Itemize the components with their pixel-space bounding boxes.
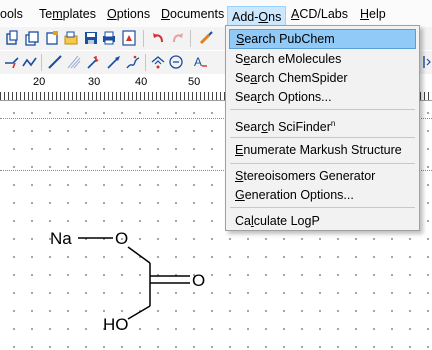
menu-tools[interactable]: ools (0, 5, 23, 23)
wavy-icon[interactable] (125, 54, 141, 70)
menu-item-search-scifinder[interactable]: Search SciFindern (229, 114, 416, 134)
menu-separator (230, 163, 415, 164)
overflow-icon[interactable] (420, 54, 432, 70)
menu-addons[interactable]: Add-Ons (227, 6, 287, 26)
atom-o-ester[interactable]: O (115, 229, 128, 248)
menu-options[interactable]: Options (107, 5, 150, 23)
menu-item-stereoisomers-generator[interactable]: Stereoisomers Generator (229, 166, 416, 186)
menu-separator (230, 137, 415, 138)
menu-separator (230, 207, 415, 208)
menu-help[interactable]: Help (360, 5, 386, 23)
menu-item-search-emolecules[interactable]: Search eMolecules (229, 49, 416, 69)
single-bond-icon[interactable] (47, 54, 63, 70)
scifinder-superscript: n (330, 119, 336, 128)
atom-na[interactable]: Na (50, 229, 72, 248)
menu-item-search-options[interactable]: Search Options... (229, 87, 416, 107)
addons-dropdown-menu: Search PubChem Search eMolecules Search … (225, 25, 420, 231)
bond-tool-icon[interactable] (4, 54, 20, 70)
redo-icon[interactable] (170, 30, 186, 46)
ruler-label: 20 (33, 76, 46, 88)
save-icon[interactable] (83, 30, 99, 46)
menu-item-search-chemspider[interactable]: Search ChemSpider (229, 68, 416, 88)
open-icon[interactable] (63, 30, 79, 46)
text-icon[interactable]: A (192, 54, 208, 70)
charge-icon[interactable] (168, 54, 184, 70)
bond-o-c[interactable] (127, 246, 151, 264)
toolbar-separator (41, 54, 42, 71)
toolbar-separator (143, 30, 144, 47)
print-icon[interactable] (101, 30, 117, 46)
toolbar-separator (145, 54, 146, 71)
atom-o-carbonyl[interactable]: O (192, 271, 205, 290)
menu-item-calculate-logp[interactable]: Calculate LogP (229, 211, 416, 231)
atom-ho[interactable]: HO (103, 315, 129, 334)
bond-c-oh[interactable] (127, 305, 151, 320)
undo-icon[interactable] (150, 30, 166, 46)
menu-bar: ools Templates Options Documents Add-Ons… (0, 0, 432, 28)
menu-item-enumerate-markush[interactable]: Enumerate Markush Structure (229, 140, 416, 160)
paste-icon[interactable] (24, 30, 40, 46)
multi-bond-icon[interactable] (66, 54, 82, 70)
ring-icon[interactable] (150, 54, 166, 70)
copy-icon[interactable] (4, 30, 20, 46)
menu-documents[interactable]: Documents (161, 5, 224, 23)
radical-icon[interactable] (86, 54, 102, 70)
menu-acdlabs[interactable]: ACD/Labs (291, 5, 348, 23)
menu-separator (230, 109, 415, 110)
ruler-label: 40 (135, 76, 148, 88)
menu-item-generation-options[interactable]: Generation Options... (229, 185, 416, 205)
menu-templates[interactable]: Templates (39, 5, 96, 23)
clean-icon[interactable] (198, 30, 214, 46)
toolbar-separator (190, 30, 191, 47)
chain-tool-icon[interactable] (22, 54, 38, 70)
ruler-label: 50 (188, 76, 201, 88)
pdf-icon[interactable] (121, 30, 137, 46)
svg-text:A: A (194, 55, 202, 69)
ruler-label: 30 (88, 76, 101, 88)
menu-item-search-pubchem[interactable]: Search PubChem (229, 29, 416, 49)
new-doc-icon[interactable] (44, 30, 60, 46)
arrow-icon[interactable] (106, 54, 122, 70)
